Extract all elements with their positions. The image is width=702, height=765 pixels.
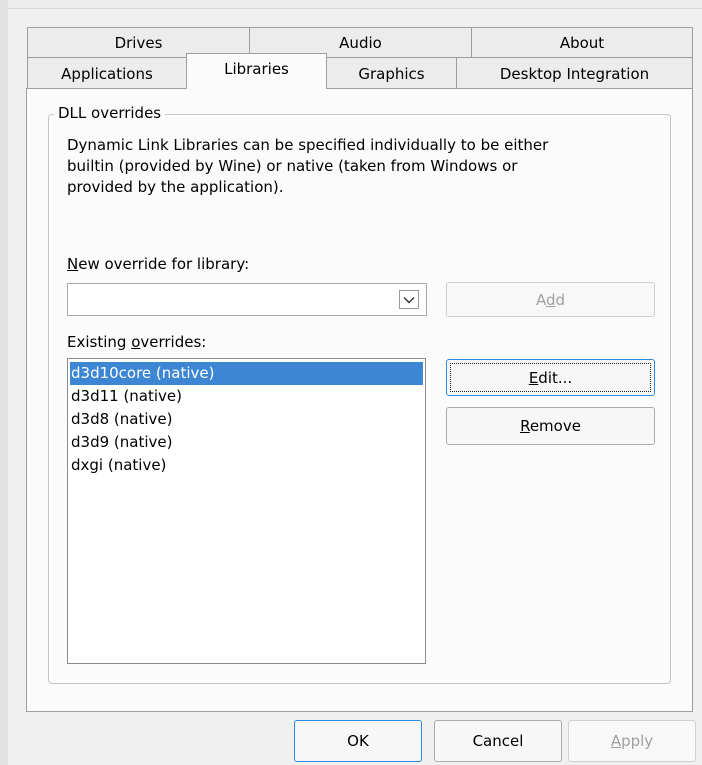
cancel-button[interactable]: Cancel xyxy=(434,720,562,762)
remove-button[interactable]: Remove xyxy=(446,407,655,445)
ok-button-label: OK xyxy=(347,732,369,750)
ok-button[interactable]: OK xyxy=(294,720,422,762)
window-frame-left xyxy=(0,0,8,765)
wine-configuration-window: Drives Audio About Applications Librarie… xyxy=(0,0,702,765)
edit-button-label: Edit... xyxy=(528,368,573,387)
new-override-combobox[interactable] xyxy=(67,283,427,316)
dll-overrides-title: DLL overrides xyxy=(54,104,166,122)
existing-overrides-label: Existing overrides: xyxy=(67,333,207,351)
focus-ring xyxy=(450,363,651,392)
tab-drives-label: Drives xyxy=(114,33,163,52)
existing-overrides-list[interactable]: d3d10core (native) d3d11 (native) d3d8 (… xyxy=(67,358,426,664)
tab-graphics-label: Graphics xyxy=(358,64,425,83)
new-override-label-mnemonic: N xyxy=(67,255,79,273)
list-item[interactable]: d3d11 (native) xyxy=(70,385,423,408)
list-item[interactable]: d3d9 (native) xyxy=(70,431,423,454)
tab-applications-label: Applications xyxy=(61,64,153,83)
tab-about-label: About xyxy=(559,33,605,52)
cancel-button-label: Cancel xyxy=(472,732,524,750)
tab-graphics[interactable]: Graphics xyxy=(326,57,457,89)
tab-applications[interactable]: Applications xyxy=(27,57,187,89)
list-item[interactable]: d3d10core (native) xyxy=(70,362,423,385)
dll-description-line-2: builtin (provided by Wine) or native (ta… xyxy=(67,157,518,175)
chevron-down-icon xyxy=(403,296,415,303)
tab-libraries[interactable]: Libraries xyxy=(186,53,327,89)
add-button[interactable]: Add xyxy=(446,282,655,317)
tab-desktop-integration-label: Desktop Integration xyxy=(499,64,650,83)
tab-about[interactable]: About xyxy=(471,27,693,57)
new-override-label-text: ew override for library: xyxy=(78,255,250,273)
tab-libraries-label: Libraries xyxy=(224,59,289,78)
add-button-label: Add xyxy=(535,290,566,309)
apply-button[interactable]: Apply xyxy=(568,720,696,762)
tab-audio-label: Audio xyxy=(339,33,382,52)
dll-description-line-1: Dynamic Link Libraries can be specified … xyxy=(67,136,549,154)
list-item[interactable]: d3d8 (native) xyxy=(70,408,423,431)
combobox-dropdown-button[interactable] xyxy=(399,290,419,309)
tab-desktop-integration[interactable]: Desktop Integration xyxy=(456,57,693,89)
edit-button[interactable]: Edit... xyxy=(446,359,655,396)
window-frame-top xyxy=(8,0,702,9)
list-item[interactable]: dxgi (native) xyxy=(70,454,423,477)
remove-button-label: Remove xyxy=(520,417,581,435)
dll-description-line-3: provided by the application). xyxy=(67,178,284,196)
new-override-label: New override for library: xyxy=(67,254,249,275)
dll-description: Dynamic Link Libraries can be specified … xyxy=(67,135,627,198)
apply-button-label: Apply xyxy=(610,732,654,750)
